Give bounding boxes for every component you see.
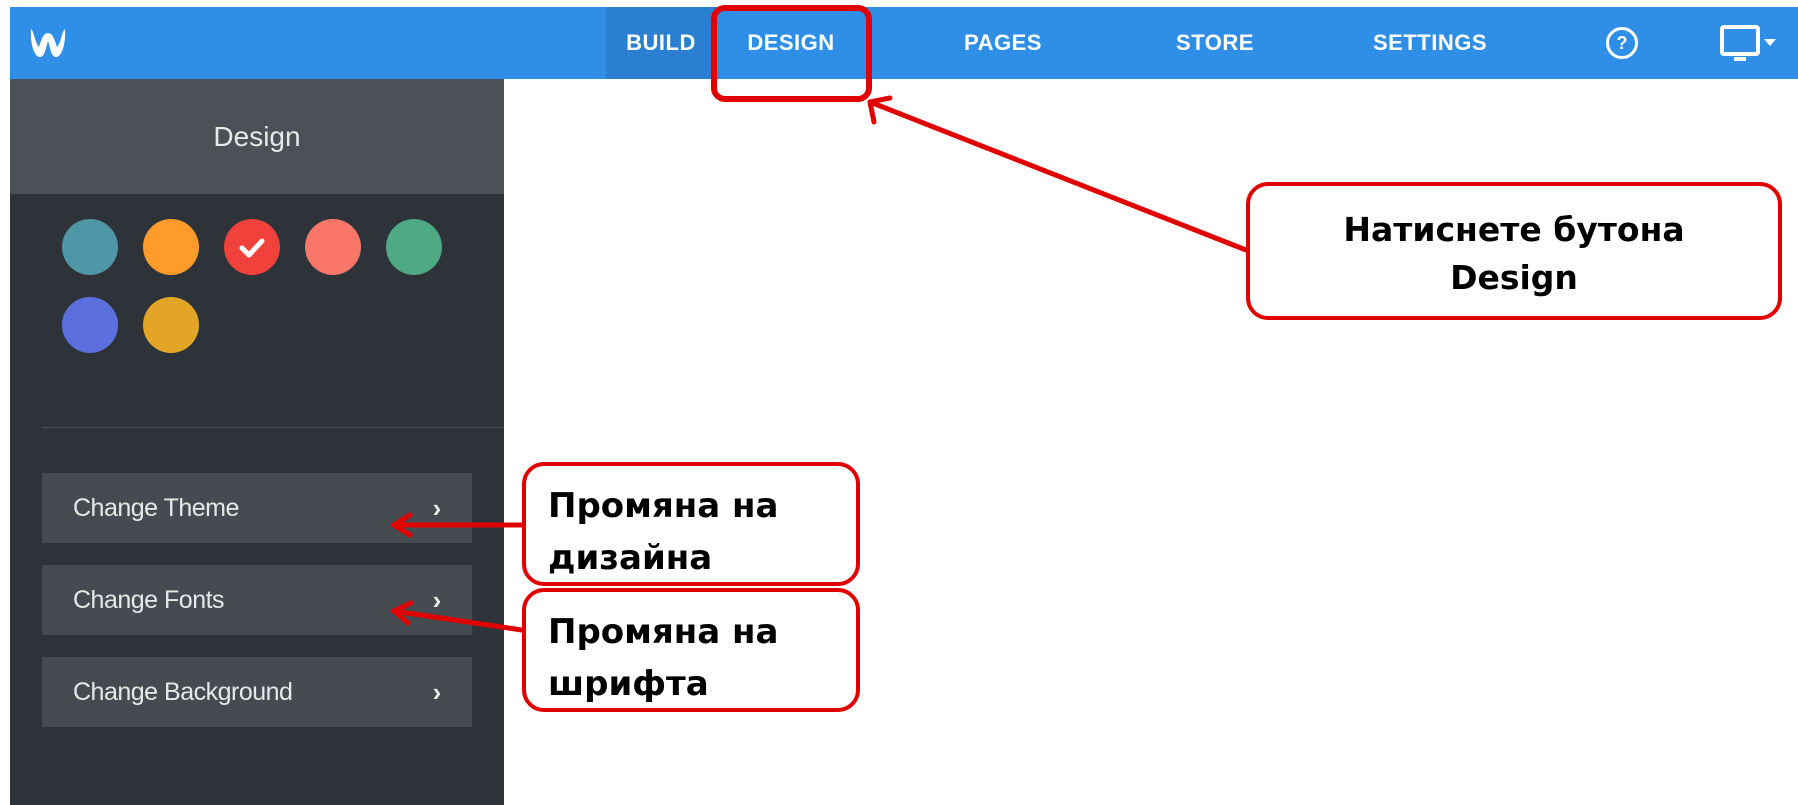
- color-swatch-blue[interactable]: [62, 297, 118, 353]
- nav-settings[interactable]: SETTINGS: [1350, 7, 1510, 79]
- chevron-right-icon: ›: [432, 585, 442, 615]
- color-swatch-green[interactable]: [386, 219, 442, 275]
- sidebar-title: Design: [10, 79, 504, 194]
- change-background-button[interactable]: Change Background ›: [42, 657, 472, 727]
- chevron-right-icon: ›: [432, 677, 442, 707]
- callout-design-tab: Натиснете бутона Design: [1246, 182, 1782, 320]
- arrow-to-design-tab: [867, 99, 1249, 253]
- change-background-label: Change Background: [73, 678, 293, 706]
- callout-change-theme: Промяна на дизайна: [522, 462, 860, 586]
- callout-change-fonts: Промяна на шрифта: [522, 588, 860, 712]
- color-swatch-red[interactable]: [224, 219, 280, 275]
- color-swatch-teal[interactable]: [62, 219, 118, 275]
- nav-build[interactable]: BUILD: [606, 7, 716, 79]
- callout-theme-line2: дизайна: [548, 538, 713, 578]
- chevron-right-icon: ›: [432, 493, 442, 523]
- change-theme-label: Change Theme: [73, 494, 239, 522]
- top-nav-bar: BUILD DESIGN PAGES STORE SETTINGS ?: [10, 7, 1798, 79]
- desktop-device-icon[interactable]: [1718, 23, 1788, 67]
- change-fonts-label: Change Fonts: [73, 586, 225, 614]
- callout-fonts-line2: шрифта: [548, 664, 709, 704]
- callout-design-line2: Design: [1450, 258, 1578, 297]
- change-fonts-button[interactable]: Change Fonts ›: [42, 565, 472, 635]
- check-icon: [239, 238, 265, 258]
- help-icon[interactable]: ?: [1606, 27, 1638, 59]
- nav-pages[interactable]: PAGES: [938, 7, 1068, 79]
- weebly-logo-icon[interactable]: [26, 21, 70, 65]
- change-theme-button[interactable]: Change Theme ›: [42, 473, 472, 543]
- color-swatch-orange[interactable]: [143, 219, 199, 275]
- callout-fonts-line1: Промяна на: [548, 612, 779, 652]
- callout-theme-line1: Промяна на: [548, 486, 779, 526]
- color-swatch-coral[interactable]: [305, 219, 361, 275]
- callout-design-line1: Натиснете бутона: [1343, 210, 1685, 249]
- design-tab-highlight: [711, 5, 872, 102]
- sidebar-divider: [42, 427, 504, 428]
- nav-store[interactable]: STORE: [1150, 7, 1280, 79]
- design-sidebar: Design Change Theme › Change Fonts › Cha…: [10, 79, 504, 805]
- color-swatch-gold[interactable]: [143, 297, 199, 353]
